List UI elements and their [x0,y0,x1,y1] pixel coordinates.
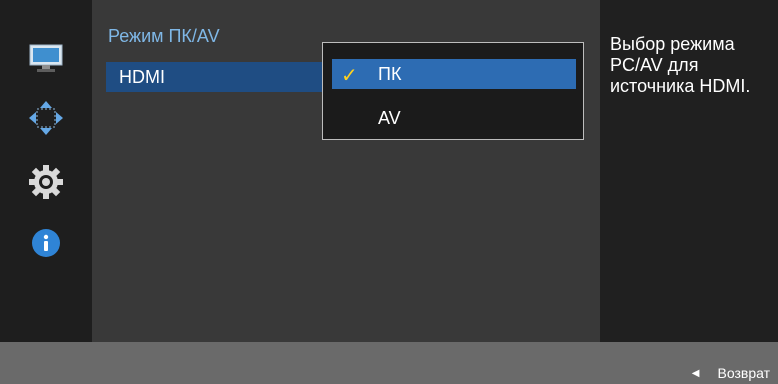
mode-dropdown[interactable]: ✓ ПК AV [322,42,584,140]
option-label: AV [378,108,401,128]
help-text: Выбор режима PC/AV для источника HDMI. [610,34,751,96]
sidebar [0,0,92,342]
check-icon: ✓ [341,65,358,87]
dropdown-option-av[interactable]: AV [332,103,576,133]
page-title: Режим ПК/AV [108,26,220,46]
footer-bar: ◀ Возврат [0,342,778,384]
info-icon[interactable] [28,226,64,260]
option-label: ПК [378,64,402,84]
back-button[interactable]: ◀ Возврат [692,365,770,381]
menu-item-label: HDMI [119,67,165,87]
menu-item-hdmi[interactable]: HDMI [106,62,326,92]
move-arrows-icon[interactable] [28,101,64,135]
left-triangle-icon: ◀ [691,367,700,379]
dropdown-option-pc[interactable]: ✓ ПК [332,59,576,89]
monitor-icon[interactable] [28,42,64,76]
back-label: Возврат [717,365,771,381]
gear-icon[interactable] [28,165,64,199]
